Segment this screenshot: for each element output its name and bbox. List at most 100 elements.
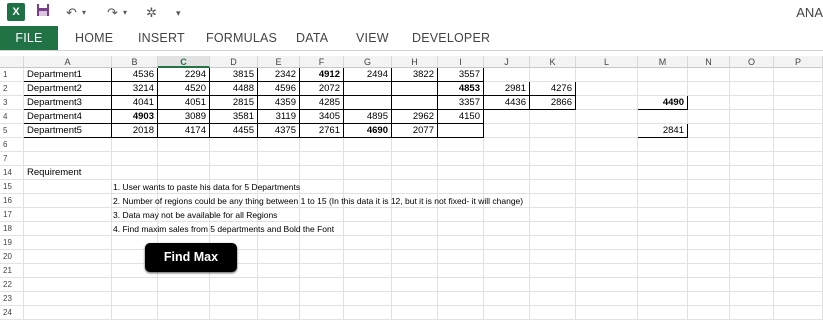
cell-h4[interactable]: 2962 [392, 110, 438, 124]
cell-k2[interactable]: 4276 [530, 82, 576, 96]
row-header-2[interactable]: 2 [0, 82, 24, 96]
column-header-e[interactable]: E [258, 56, 300, 68]
select-all-corner[interactable] [0, 56, 24, 68]
cell-g4[interactable]: 4895 [344, 110, 392, 124]
cell-g2[interactable] [344, 82, 392, 96]
column-header-n[interactable]: N [688, 56, 730, 68]
cell-a2[interactable]: Department2 [24, 82, 112, 96]
column-header-g[interactable]: G [344, 56, 392, 68]
cell-d2[interactable]: 4488 [210, 82, 258, 96]
cell-g3[interactable] [344, 96, 392, 110]
cell-e5[interactable]: 4375 [258, 124, 300, 138]
tab-insert[interactable]: INSERT [138, 26, 185, 50]
cell-d5[interactable]: 4455 [210, 124, 258, 138]
cell-e3[interactable]: 4359 [258, 96, 300, 110]
requirement-text[interactable]: 4. Find maxim sales from 5 departments a… [110, 222, 590, 236]
cell-a4[interactable]: Department4 [24, 110, 112, 124]
excel-logo-icon[interactable]: X [7, 3, 25, 21]
requirement-text[interactable]: 1. User wants to paste his data for 5 De… [110, 180, 590, 194]
cell-i1[interactable]: 3557 [438, 68, 484, 82]
row-header-24[interactable]: 24 [0, 306, 24, 320]
column-header-h[interactable]: H [392, 56, 438, 68]
column-header-k[interactable]: K [530, 56, 576, 68]
cell-f2[interactable]: 2072 [300, 82, 344, 96]
undo-dropdown-icon[interactable]: ▾ [82, 3, 86, 23]
column-header-b[interactable]: B [112, 56, 158, 68]
customize-toolbar-icon[interactable]: ▾ [176, 3, 181, 23]
cell-e1[interactable]: 2342 [258, 68, 300, 82]
cell-b4[interactable]: 4903 [112, 110, 158, 124]
cell-i2[interactable]: 4853 [438, 82, 484, 96]
column-header-c[interactable]: C [158, 56, 210, 68]
cell-i5[interactable] [438, 124, 484, 138]
cell-c1[interactable]: 2294 [158, 68, 210, 82]
tab-developer[interactable]: DEVELOPER [412, 26, 490, 50]
cell-m5[interactable]: 2841 [638, 124, 688, 138]
redo-dropdown-icon[interactable]: ▾ [123, 3, 127, 23]
macro-icon[interactable]: ✲ [146, 3, 157, 23]
column-header-f[interactable]: F [300, 56, 344, 68]
column-header-j[interactable]: J [484, 56, 530, 68]
cell-b1[interactable]: 4536 [112, 68, 158, 82]
row-header-1[interactable]: 1 [0, 68, 24, 82]
row-header-18[interactable]: 18 [0, 222, 24, 236]
cell-b5[interactable]: 2018 [112, 124, 158, 138]
column-header-d[interactable]: D [210, 56, 258, 68]
cell-d1[interactable]: 3815 [210, 68, 258, 82]
row-header-21[interactable]: 21 [0, 264, 24, 278]
cell-m3[interactable]: 4490 [638, 96, 688, 110]
cell-h1[interactable]: 3822 [392, 68, 438, 82]
column-header-p[interactable]: P [774, 56, 823, 68]
row-header-3[interactable]: 3 [0, 96, 24, 110]
column-header-l[interactable]: L [576, 56, 638, 68]
row-header-20[interactable]: 20 [0, 250, 24, 264]
cell-c4[interactable]: 3089 [158, 110, 210, 124]
cell-f4[interactable]: 3405 [300, 110, 344, 124]
cell-c3[interactable]: 4051 [158, 96, 210, 110]
cell-e4[interactable]: 3119 [258, 110, 300, 124]
cell-f1[interactable]: 4912 [300, 68, 344, 82]
cell-h5[interactable]: 2077 [392, 124, 438, 138]
cell-k3[interactable]: 2866 [530, 96, 576, 110]
cell-d4[interactable]: 3581 [210, 110, 258, 124]
requirement-text[interactable]: 3. Data may not be available for all Reg… [110, 208, 590, 222]
cell-i3[interactable]: 3357 [438, 96, 484, 110]
tab-data[interactable]: DATA [296, 26, 328, 50]
cell-a3[interactable]: Department3 [24, 96, 112, 110]
cell-a1[interactable]: Department1 [24, 68, 112, 82]
cell-a14[interactable]: Requirement [24, 166, 112, 180]
cell-a5[interactable]: Department5 [24, 124, 112, 138]
row-header-14[interactable]: 14 [0, 166, 24, 180]
save-icon[interactable] [36, 3, 50, 23]
tab-formulas[interactable]: FORMULAS [206, 26, 277, 50]
cell-e2[interactable]: 4596 [258, 82, 300, 96]
requirement-text[interactable]: 2. Number of regions could be any thing … [110, 194, 590, 208]
column-header-a[interactable]: A [24, 56, 112, 68]
row-header-6[interactable]: 6 [0, 138, 24, 152]
cell-j2[interactable]: 2981 [484, 82, 530, 96]
row-header-22[interactable]: 22 [0, 278, 24, 292]
user-name[interactable]: ANA [796, 5, 823, 20]
row-header-23[interactable]: 23 [0, 292, 24, 306]
row-header-5[interactable]: 5 [0, 124, 24, 138]
find-max-button[interactable]: Find Max [145, 243, 237, 272]
redo-icon[interactable]: ↷ [107, 3, 118, 23]
cell-h2[interactable] [392, 82, 438, 96]
cell-b2[interactable]: 3214 [112, 82, 158, 96]
cell-c2[interactable]: 4520 [158, 82, 210, 96]
cell-i4[interactable]: 4150 [438, 110, 484, 124]
cell-f3[interactable]: 4285 [300, 96, 344, 110]
cell-f5[interactable]: 2761 [300, 124, 344, 138]
column-header-o[interactable]: O [730, 56, 774, 68]
row-header-7[interactable]: 7 [0, 152, 24, 166]
cell-c5[interactable]: 4174 [158, 124, 210, 138]
tab-view[interactable]: VIEW [356, 26, 389, 50]
cell-g5[interactable]: 4690 [344, 124, 392, 138]
cell-g1[interactable]: 2494 [344, 68, 392, 82]
row-header-17[interactable]: 17 [0, 208, 24, 222]
undo-icon[interactable]: ↶ [66, 3, 77, 23]
row-header-19[interactable]: 19 [0, 236, 24, 250]
tab-home[interactable]: HOME [75, 26, 113, 50]
tab-file[interactable]: FILE [0, 26, 58, 50]
row-header-16[interactable]: 16 [0, 194, 24, 208]
